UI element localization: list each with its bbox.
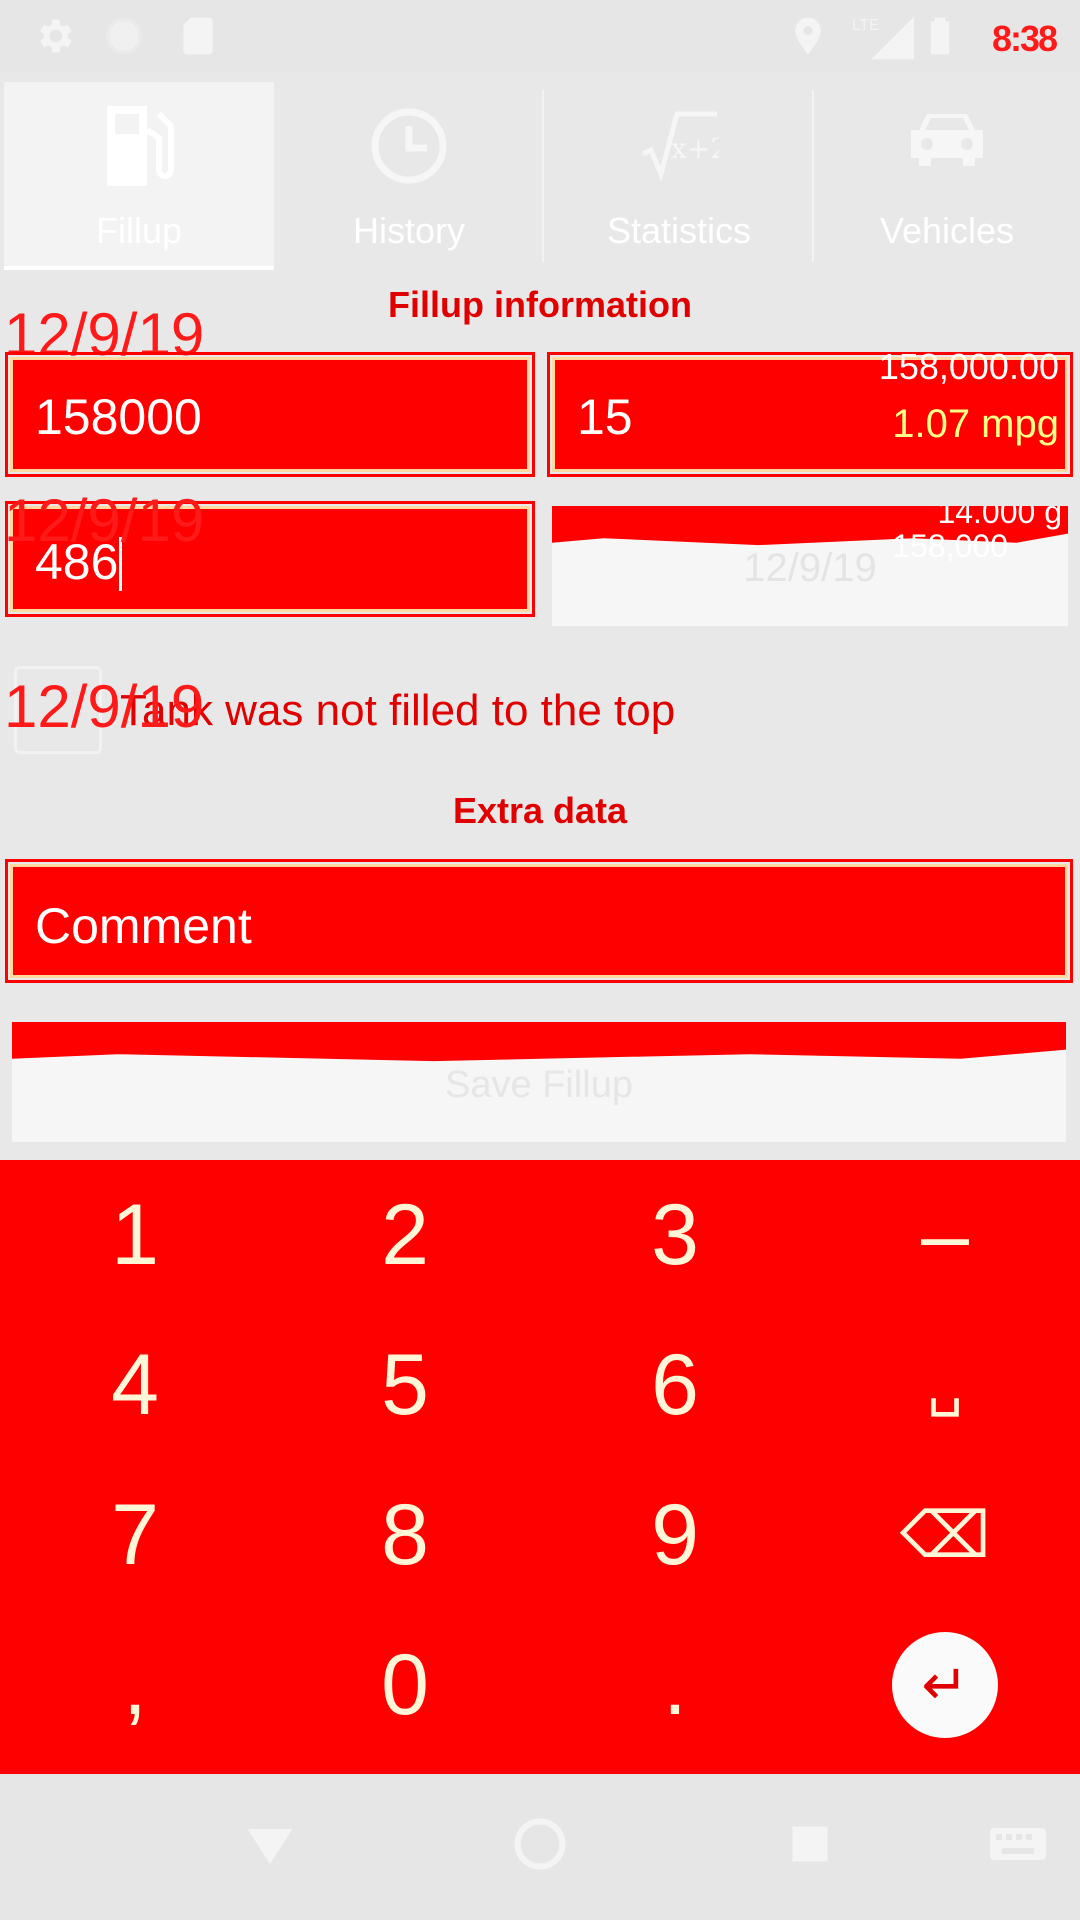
mpg-readout: 1.07 mpg (892, 402, 1059, 446)
key-3[interactable]: 3 (540, 1160, 810, 1310)
key-6[interactable]: 6 (540, 1310, 810, 1460)
price-date-overlay: 12/9/19 (4, 487, 205, 554)
car-icon (911, 114, 983, 166)
tab-vehicles[interactable]: Vehicles (812, 82, 1080, 270)
key-1[interactable]: 1 (0, 1160, 270, 1310)
numeric-keyboard: 1 2 3 – 4 5 6 ␣ 7 8 9 ⌫ , 0 . ↵ (0, 1160, 1080, 1774)
key-4[interactable]: 4 (0, 1310, 270, 1460)
tab-history-label: History (352, 210, 465, 251)
comment-field[interactable]: Comment (5, 859, 1073, 983)
key-7[interactable]: 7 (0, 1460, 270, 1610)
key-backspace[interactable]: ⌫ (810, 1460, 1080, 1610)
keyboard-switch-icon[interactable] (986, 1814, 1050, 1874)
gas-pump-icon (107, 106, 174, 186)
comment-placeholder: Comment (35, 898, 252, 954)
home-icon[interactable] (510, 1814, 570, 1874)
tab-fillup-label: Fillup (95, 210, 183, 251)
date-button[interactable]: 14.000 g 158,000 12/9/19 (552, 506, 1068, 626)
key-space[interactable]: ␣ (810, 1310, 1080, 1460)
save-fillup-label: Save Fillup (445, 1064, 633, 1106)
sqrt-icon: x+2 (641, 111, 719, 182)
key-minus[interactable]: – (810, 1160, 1080, 1310)
enter-button-circle: ↵ (892, 1632, 998, 1738)
odometer-field[interactable]: 158000 (5, 352, 535, 477)
settings-icon (40, 19, 72, 53)
tab-fillup[interactable]: Fillup (4, 82, 274, 270)
save-button-glitch (12, 1022, 1066, 1062)
gallons-hint: 158,000.00 (878, 346, 1059, 387)
back-icon[interactable] (240, 1814, 300, 1874)
partial-date-overlay: 12/9/19 (4, 673, 205, 740)
location-icon (795, 17, 821, 55)
recents-icon[interactable] (780, 1814, 840, 1874)
key-enter[interactable]: ↵ (810, 1610, 1080, 1760)
date-button-label: 12/9/19 (743, 546, 877, 590)
clock-time: 8:38 (991, 18, 1058, 59)
tab-statistics-label: Statistics (606, 210, 752, 251)
key-9[interactable]: 9 (540, 1460, 810, 1610)
gallons-field[interactable]: 15 158,000.00 1.07 mpg (547, 346, 1073, 477)
key-0[interactable]: 0 (270, 1610, 540, 1760)
key-2[interactable]: 2 (270, 1160, 540, 1310)
save-fillup-button[interactable]: Save Fillup (12, 1022, 1066, 1142)
extra-section-title: Extra data (452, 790, 628, 831)
lte-signal-icon: LTE (852, 16, 914, 60)
svg-text:x+2: x+2 (671, 132, 719, 165)
tab-vehicles-label: Vehicles (879, 210, 1015, 251)
svg-text:LTE: LTE (852, 17, 879, 34)
battery-icon (930, 17, 950, 55)
navigation-bar (0, 1774, 1080, 1920)
enter-arrow-icon: ↵ (921, 1653, 969, 1716)
key-comma[interactable]: , (0, 1610, 270, 1760)
status-bar: LTE 8:38 (0, 0, 1080, 72)
tab-history[interactable]: History (274, 82, 544, 270)
gallons-value: 15 (577, 389, 633, 445)
odometer-value: 158000 (35, 389, 202, 445)
key-8[interactable]: 8 (270, 1460, 540, 1610)
tab-statistics[interactable]: x+2 Statistics (544, 82, 814, 270)
clock-icon (371, 108, 447, 184)
key-period[interactable]: . (540, 1610, 810, 1760)
tab-bar: Fillup History x+2 Statistics Vehicles (0, 82, 1080, 272)
circle-icon (105, 17, 143, 55)
sd-card-icon (183, 17, 213, 55)
key-5[interactable]: 5 (270, 1310, 540, 1460)
